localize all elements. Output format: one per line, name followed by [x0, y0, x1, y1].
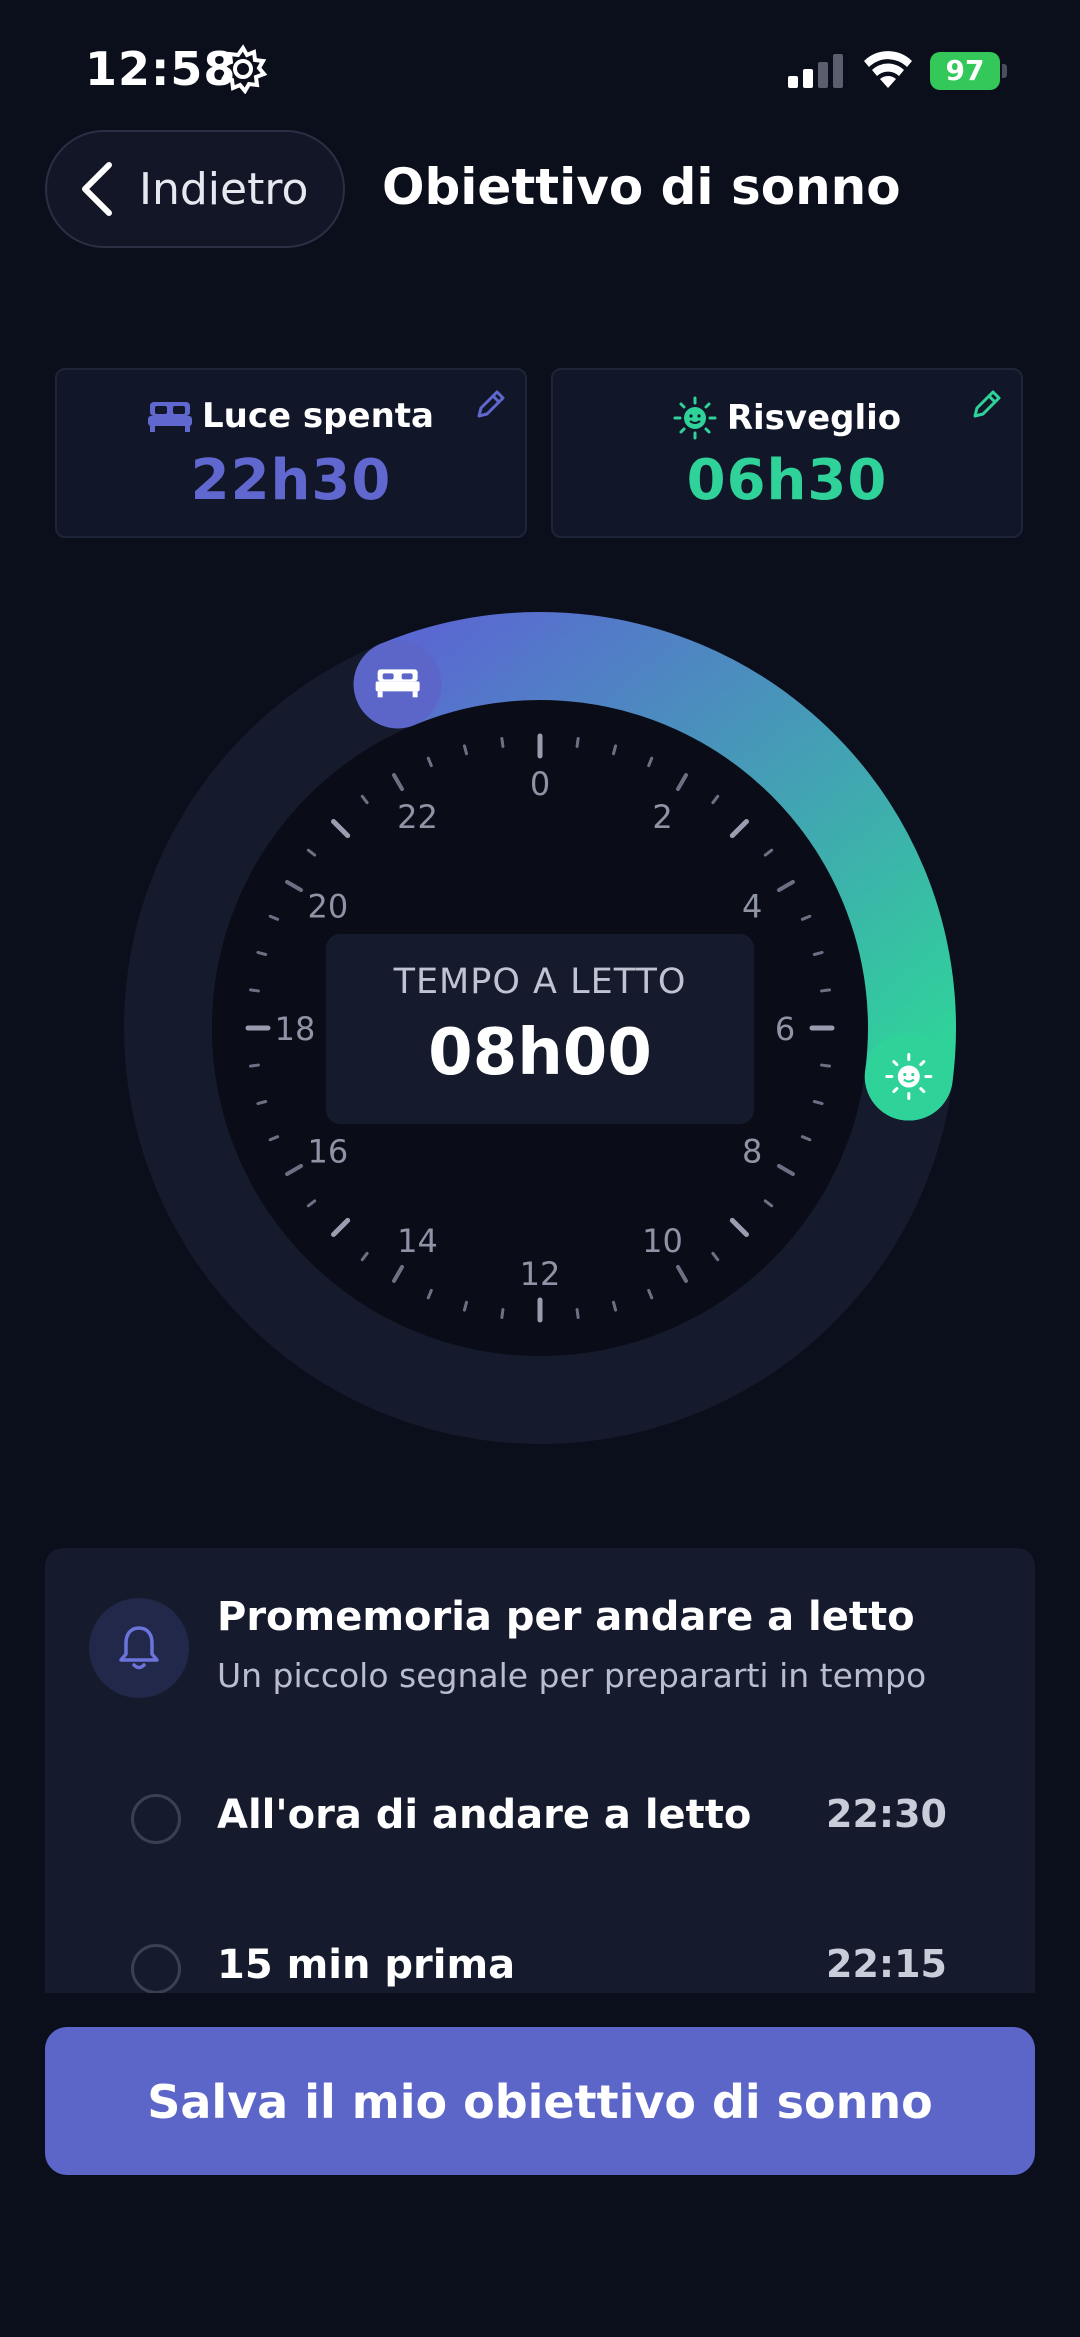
sleep-clock[interactable]: 0 2 4 6 8 10 12 14 16 18 20 22 TEMPO A L…: [0, 600, 1080, 1460]
clock-hour-label: 16: [307, 1133, 348, 1171]
bedtime-handle[interactable]: [353, 640, 442, 729]
wake-label: Risveglio: [726, 398, 902, 438]
clock-hour-label: 8: [742, 1133, 762, 1171]
pencil-icon[interactable]: [473, 388, 507, 422]
chevron-left-icon: [82, 162, 112, 216]
bedtime-label: Luce spenta: [202, 396, 434, 436]
clock-hour-label: 20: [307, 888, 348, 926]
clock-hour-label: 14: [397, 1222, 438, 1260]
radio-button[interactable]: [131, 1944, 181, 1993]
pencil-icon[interactable]: [969, 388, 1003, 422]
clock-tick: [820, 988, 832, 993]
clock-tick: [575, 1308, 580, 1320]
clock-tick: [812, 1100, 824, 1106]
reminder-option[interactable]: 15 min prima 22:15: [45, 1930, 1035, 1993]
back-button[interactable]: Indietro: [45, 130, 345, 248]
battery-indicator: 97: [930, 52, 1008, 90]
reminder-option-time: 22:30: [826, 1792, 947, 1836]
clock-hour-label: 12: [520, 1255, 561, 1293]
clock-tick: [248, 1063, 260, 1068]
wake-value: 06h30: [686, 448, 888, 513]
bed-icon: [148, 402, 193, 432]
reminder-option-time: 22:15: [826, 1942, 947, 1986]
clock-tick: [248, 988, 260, 993]
sun-face-icon: [673, 396, 717, 440]
clock-tick: [575, 736, 580, 748]
status-time: 12:58: [85, 42, 237, 96]
clock-tick: [462, 1300, 468, 1312]
clock-hour-label: 22: [397, 798, 438, 836]
clock-tick: [820, 1063, 832, 1068]
time-in-bed-display: TEMPO A LETTO 08h00: [326, 934, 754, 1124]
radio-button[interactable]: [131, 1794, 181, 1844]
battery-level: 97: [945, 54, 985, 87]
time-in-bed-caption: TEMPO A LETTO: [393, 962, 687, 1002]
clock-hour-label: 0: [530, 765, 550, 803]
reminder-option-label: All'ora di andare a letto: [217, 1792, 752, 1838]
reminder-panel: Promemoria per andare a letto Un piccolo…: [45, 1548, 1035, 1993]
status-bar: 12:58 97: [0, 0, 1080, 140]
reminder-option[interactable]: All'ora di andare a letto 22:30: [45, 1780, 1035, 1860]
cellular-signal-icon: [788, 54, 843, 88]
save-sleep-goal-button[interactable]: Salva il mio obiettivo di sonno: [45, 2027, 1035, 2175]
wake-handle[interactable]: [864, 1032, 953, 1121]
reminder-option-label: 15 min prima: [217, 1942, 516, 1988]
bedtime-card[interactable]: Luce spenta 22h30: [55, 368, 527, 538]
reminder-title: Promemoria per andare a letto: [217, 1594, 915, 1640]
wake-card[interactable]: Risveglio 06h30: [551, 368, 1023, 538]
clock-tick: [612, 1300, 618, 1312]
clock-hour-label: 4: [742, 888, 762, 926]
time-in-bed-value: 08h00: [428, 1016, 652, 1090]
reminder-subtitle: Un piccolo segnale per prepararti in tem…: [217, 1656, 927, 1695]
clock-tick: [462, 744, 468, 756]
clock-tick: [256, 950, 268, 956]
clock-hour-label: 10: [642, 1222, 683, 1260]
page-title: Obiettivo di sonno: [382, 158, 901, 216]
clock-hour-label: 6: [775, 1010, 795, 1048]
wifi-icon: [864, 51, 912, 88]
clock-tick: [612, 744, 618, 756]
gear-icon: [219, 44, 268, 94]
clock-tick: [256, 1100, 268, 1106]
back-label: Indietro: [139, 163, 309, 215]
bedtime-value: 22h30: [190, 448, 392, 513]
bell-icon: [119, 1626, 159, 1670]
clock-tick: [500, 736, 505, 748]
clock-hour-label: 18: [275, 1010, 316, 1048]
clock-tick: [500, 1308, 505, 1320]
bell-badge: [89, 1598, 189, 1698]
clock-tick: [812, 950, 824, 956]
clock-hour-label: 2: [652, 798, 672, 836]
